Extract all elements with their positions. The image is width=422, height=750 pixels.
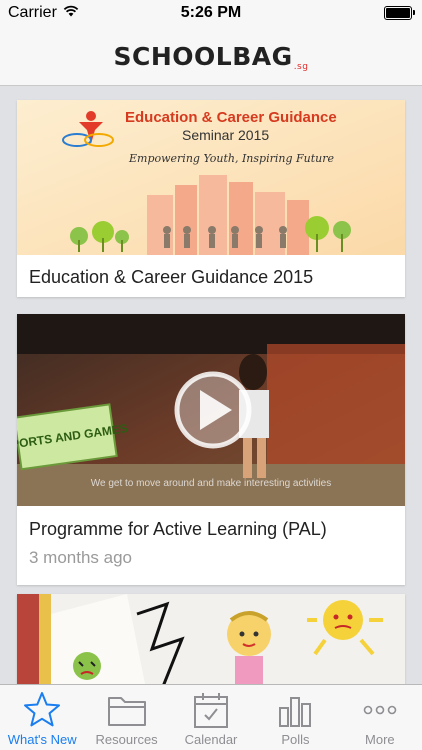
battery-icon — [384, 6, 415, 20]
play-button[interactable] — [174, 371, 252, 449]
card-timestamp: 3 months ago — [29, 548, 133, 567]
folder-icon — [106, 690, 148, 730]
feed-card-ecg[interactable]: Education & Career Guidance Seminar 2015… — [17, 100, 405, 297]
banner-heading: Education & Career Guidance — [125, 109, 337, 126]
tab-label: Resources — [95, 732, 158, 747]
tab-more[interactable]: More — [338, 685, 422, 750]
tab-resources[interactable]: Resources — [84, 685, 168, 750]
tab-label: Calendar — [184, 732, 238, 747]
tab-whats-new[interactable]: What's New — [0, 685, 84, 750]
drawing-image[interactable] — [17, 594, 405, 684]
card-title[interactable]: Education & Career Guidance 2015 — [17, 267, 325, 288]
pal-video-thumbnail[interactable]: SPORTS AND GAMES We get to move around a… — [17, 314, 405, 506]
tab-calendar[interactable]: Calendar — [169, 685, 253, 750]
calendar-icon — [192, 690, 230, 730]
feed-card-pal[interactable]: SPORTS AND GAMES We get to move around a… — [17, 314, 405, 585]
ecg-banner-image[interactable]: Education & Career Guidance Seminar 2015… — [17, 100, 405, 255]
tab-label: What's New — [7, 732, 77, 747]
logo-sg-text: .sg — [293, 62, 309, 72]
status-time: 5:26 PM — [180, 4, 242, 21]
tab-polls[interactable]: Polls — [253, 685, 337, 750]
card-title[interactable]: Programme for Active Learning (PAL) — [17, 519, 339, 540]
banner-tagline: Empowering Youth, Inspiring Future — [128, 152, 334, 165]
bar-chart-icon — [277, 690, 313, 730]
tab-bar: What's New Resources Calendar Polls More — [0, 684, 422, 750]
more-icon — [362, 690, 398, 730]
logo-school-text: SCHOOL — [113, 42, 233, 71]
tab-label: Polls — [281, 732, 310, 747]
feed-card-drawing[interactable] — [17, 594, 405, 684]
status-right — [384, 6, 415, 20]
banner-subheading: Seminar 2015 — [182, 127, 269, 143]
status-bar: Carrier 5:26 PM — [0, 0, 422, 28]
schoolbag-logo: SCHOOL BAG .sg — [113, 42, 309, 72]
video-caption: We get to move around and make interesti… — [91, 478, 332, 489]
app-header: SCHOOL BAG .sg — [0, 28, 422, 86]
logo-bag-text: BAG — [232, 42, 293, 71]
star-icon — [22, 690, 62, 730]
news-feed[interactable]: Education & Career Guidance Seminar 2015… — [0, 86, 422, 684]
tab-label: More — [365, 732, 395, 747]
